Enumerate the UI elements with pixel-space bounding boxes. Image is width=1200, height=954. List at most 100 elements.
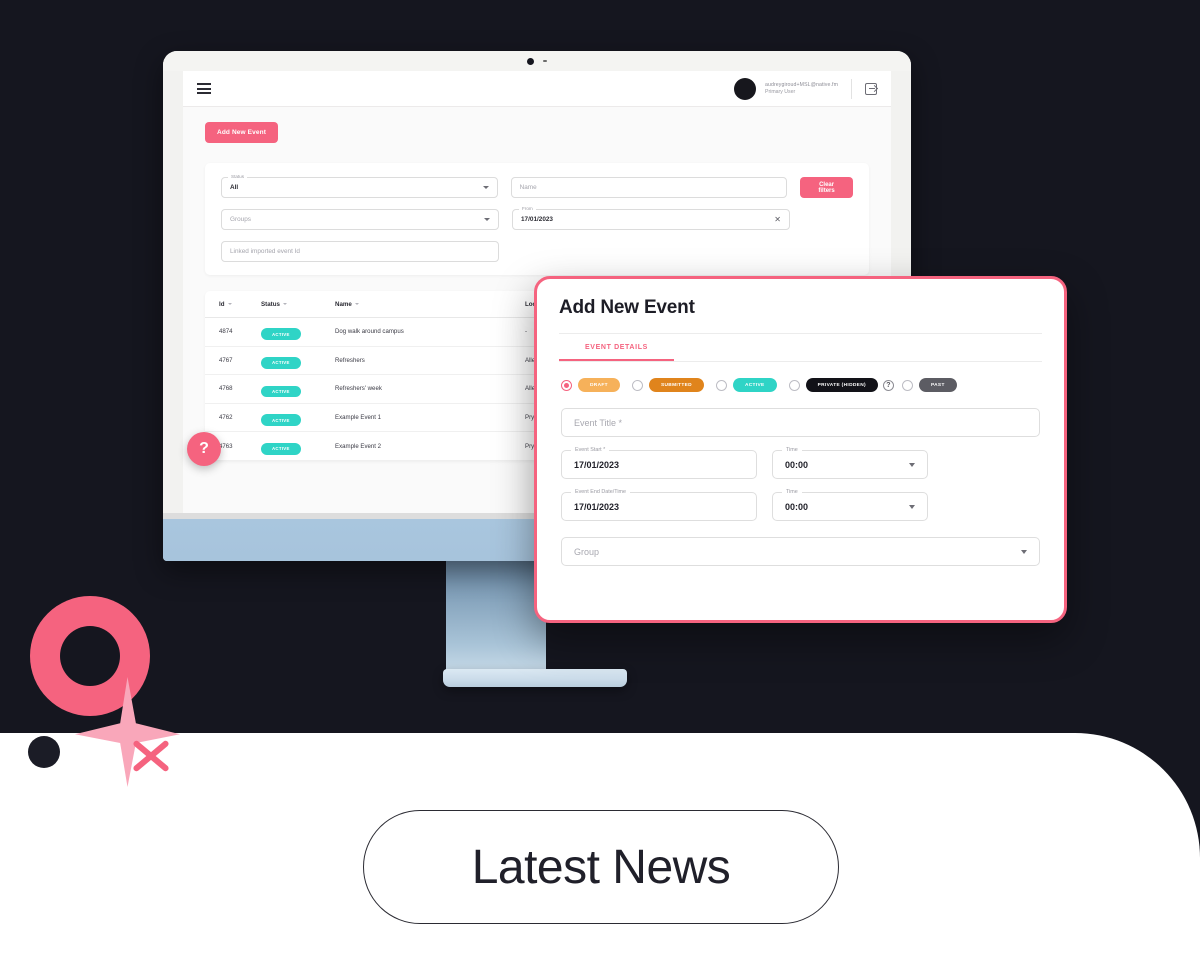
event-end-row: Event End Date/Time 17/01/2023 Time 00:0… bbox=[561, 488, 1040, 521]
filter-row: Status All Name Clear filters bbox=[221, 174, 853, 198]
cell-name: Refreshers' week bbox=[335, 385, 382, 393]
column-header-id[interactable]: Id bbox=[219, 301, 261, 308]
from-date-filter-input[interactable]: From 17/01/2023 ✕ bbox=[512, 206, 790, 230]
help-button[interactable]: ? bbox=[187, 432, 221, 466]
status-filter-select[interactable]: Status All bbox=[221, 174, 498, 198]
add-new-event-button[interactable]: Add New Event bbox=[205, 122, 279, 143]
status-option-past[interactable]: PAST bbox=[901, 378, 957, 392]
chevron-down-icon bbox=[482, 186, 489, 189]
event-start-time-legend: Time bbox=[782, 446, 802, 453]
radio-draft[interactable] bbox=[561, 379, 572, 391]
modal-title: Add New Event bbox=[559, 297, 695, 318]
group-select[interactable]: Group bbox=[561, 537, 1040, 566]
user-email-label: audreygiroud+MSL@native.fm bbox=[765, 82, 838, 88]
radio-past[interactable] bbox=[901, 379, 913, 391]
decorative-dot-shape bbox=[28, 736, 60, 768]
cell-id: 4874 bbox=[219, 328, 233, 336]
name-filter-input[interactable]: Name bbox=[510, 177, 788, 198]
sort-icon bbox=[354, 303, 359, 305]
column-header-name-label: Name bbox=[335, 300, 352, 308]
tab-event-details[interactable]: EVENT DETAILS bbox=[559, 334, 674, 361]
column-header-status-label: Status bbox=[261, 300, 280, 308]
cell-id: 4762 bbox=[219, 414, 233, 422]
linked-filter-placeholder: Linked imported event Id bbox=[230, 248, 300, 255]
cell-id: 4768 bbox=[219, 385, 233, 393]
sort-icon bbox=[282, 303, 287, 305]
clear-filters-button[interactable]: Clear filters bbox=[800, 177, 853, 198]
pill-draft: DRAFT bbox=[578, 378, 620, 392]
from-filter-legend: From bbox=[519, 206, 536, 211]
avatar[interactable] bbox=[734, 77, 756, 100]
cell-name: Dog walk around campus bbox=[335, 328, 404, 336]
status-badge: ACTIVE bbox=[261, 357, 301, 369]
radio-private[interactable] bbox=[788, 379, 800, 391]
app-topbar: audreygiroud+MSL@native.fm Primary User bbox=[183, 71, 891, 107]
chevron-down-icon bbox=[909, 504, 915, 509]
status-option-active[interactable]: ACTIVE bbox=[715, 378, 777, 392]
column-header-id-label: Id bbox=[219, 300, 225, 308]
pill-private: PRIVATE (HIDDEN) bbox=[805, 378, 878, 392]
linked-imported-event-id-input[interactable]: Linked imported event Id bbox=[221, 241, 499, 262]
filter-row: Groups From 17/01/2023 ✕ bbox=[221, 206, 853, 230]
event-title-input[interactable]: Event Title * bbox=[561, 408, 1040, 437]
event-start-legend: Event Start * bbox=[571, 446, 610, 453]
clear-date-icon[interactable]: ✕ bbox=[774, 215, 781, 224]
status-radio-group: DRAFT SUBMITTED ACTIVE PRIVATE (HIDDEN) … bbox=[561, 378, 1040, 392]
sort-icon bbox=[227, 303, 232, 305]
event-start-date-input[interactable]: Event Start * 17/01/2023 bbox=[561, 446, 757, 479]
column-header-status[interactable]: Status bbox=[261, 301, 335, 308]
cell-status: ACTIVE bbox=[261, 409, 335, 427]
pill-active: ACTIVE bbox=[732, 378, 777, 392]
user-role-label: Primary User bbox=[765, 88, 796, 95]
radio-active[interactable] bbox=[715, 379, 727, 391]
status-option-draft[interactable]: DRAFT bbox=[561, 378, 620, 392]
add-new-event-modal: Add New Event EVENT DETAILS DRAFT SUBMIT… bbox=[534, 276, 1067, 623]
status-option-private[interactable]: PRIVATE (HIDDEN) bbox=[788, 378, 878, 392]
user-info: audreygiroud+MSL@native.fm Primary User bbox=[765, 82, 838, 95]
logout-icon[interactable] bbox=[865, 82, 877, 95]
topbar-divider bbox=[851, 78, 852, 99]
event-end-date-input[interactable]: Event End Date/Time 17/01/2023 bbox=[561, 488, 757, 521]
from-filter-value: 17/01/2023 bbox=[521, 216, 553, 223]
pill-past: PAST bbox=[918, 378, 957, 392]
event-start-row: Event Start * 17/01/2023 Time 00:00 bbox=[561, 446, 1040, 479]
modal-tab-bar: EVENT DETAILS bbox=[559, 333, 1042, 362]
help-circle-icon[interactable]: ? bbox=[882, 379, 894, 391]
status-badge: ACTIVE bbox=[261, 328, 301, 341]
status-badge: ACTIVE bbox=[261, 385, 301, 398]
event-start-time-select[interactable]: Time 00:00 bbox=[772, 446, 928, 479]
event-end-time-value: 00:00 bbox=[785, 501, 809, 512]
event-end-time-legend: Time bbox=[782, 488, 802, 495]
status-badge: ACTIVE bbox=[261, 442, 301, 455]
cell-status: ACTIVE bbox=[261, 380, 335, 398]
status-option-submitted[interactable]: SUBMITTED bbox=[631, 378, 704, 392]
filters-panel: Status All Name Clear filters Groups Fro… bbox=[205, 163, 869, 275]
cell-name: Example Event 2 bbox=[335, 442, 382, 450]
latest-news-label: Latest News bbox=[471, 840, 731, 894]
chevron-down-icon bbox=[1021, 549, 1027, 554]
event-start-time-value: 00:00 bbox=[785, 459, 809, 470]
groups-filter-select[interactable]: Groups bbox=[221, 209, 499, 230]
cell-id: 4763 bbox=[219, 442, 233, 450]
camera-led-icon bbox=[543, 60, 547, 62]
cell-name: Example Event 1 bbox=[335, 414, 382, 422]
cell-name: Refreshers bbox=[335, 356, 365, 364]
cell-status: ACTIVE bbox=[261, 323, 335, 341]
column-header-name[interactable]: Name bbox=[335, 301, 525, 308]
chevron-down-icon bbox=[484, 218, 490, 221]
name-filter-placeholder: Name bbox=[519, 184, 537, 191]
event-end-value: 17/01/2023 bbox=[574, 501, 620, 512]
camera-icon bbox=[527, 57, 534, 65]
monitor-stand-base bbox=[443, 669, 627, 687]
radio-submitted[interactable] bbox=[631, 379, 643, 391]
status-badge: ACTIVE bbox=[261, 414, 301, 426]
groups-filter-placeholder: Groups bbox=[230, 216, 251, 223]
event-end-time-select[interactable]: Time 00:00 bbox=[772, 488, 928, 521]
hamburger-menu-icon[interactable] bbox=[197, 83, 211, 94]
topbar-user-area: audreygiroud+MSL@native.fm Primary User bbox=[734, 77, 877, 100]
group-placeholder: Group bbox=[574, 546, 600, 557]
status-filter-legend: Status bbox=[228, 174, 248, 179]
cell-id: 4767 bbox=[219, 356, 233, 364]
event-title-placeholder: Event Title * bbox=[574, 417, 623, 428]
status-filter-value: All bbox=[230, 184, 239, 191]
